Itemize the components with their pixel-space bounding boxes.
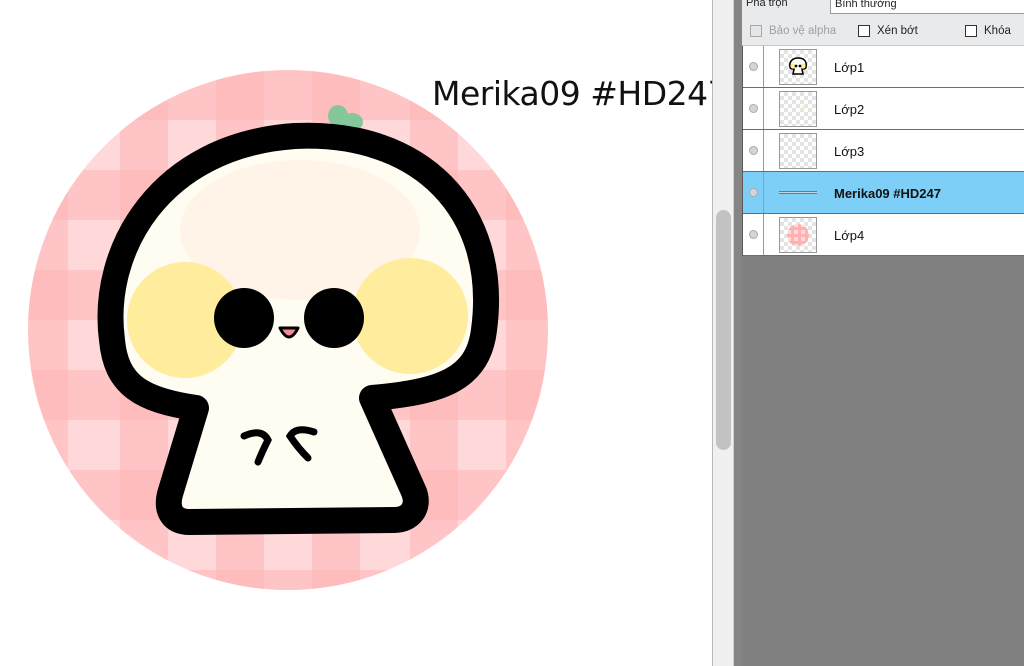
eye-dot-icon <box>749 188 758 197</box>
lock-checkbox[interactable] <box>965 25 977 37</box>
layer-list: Lớp1 Lớp2 Lớp3 Merika09 #HD247 Lớp4 <box>742 46 1024 256</box>
protect-alpha-label: Bảo vệ alpha <box>769 25 837 37</box>
layer-row[interactable]: Lớp2 <box>743 88 1024 130</box>
layer-thumbnail <box>779 175 817 211</box>
protect-alpha-checkbox[interactable] <box>750 25 762 37</box>
layer-name: Lớp2 <box>834 102 865 117</box>
layer-panel: Pha trộn Bình thường Bảo vệ alpha Xén bớ… <box>742 0 1024 666</box>
visibility-toggle[interactable] <box>743 46 764 87</box>
layer-row[interactable]: Lớp3 <box>743 130 1024 172</box>
layer-row[interactable]: Lớp4 <box>743 214 1024 256</box>
panel-splitter[interactable] <box>734 0 742 666</box>
layer-options-row: Bảo vệ alpha Xén bớt Khóa <box>742 18 1024 46</box>
visibility-toggle[interactable] <box>743 88 764 129</box>
clipping-option[interactable]: Xén bớt <box>858 25 918 37</box>
layer-name: Lớp4 <box>834 228 865 243</box>
text-layer-thumb-icon <box>779 191 817 194</box>
blend-row: Pha trộn Bình thường <box>742 0 1024 18</box>
lock-label: Khóa <box>984 25 1011 37</box>
vertical-scrollbar[interactable] <box>713 0 734 666</box>
visibility-toggle[interactable] <box>743 172 764 213</box>
eye-dot-icon <box>749 230 758 239</box>
layer-name: Lớp1 <box>834 60 865 75</box>
layer-name: Lớp3 <box>834 144 865 159</box>
clipping-label: Xén bớt <box>877 25 918 37</box>
layer-thumbnail <box>779 133 817 169</box>
visibility-toggle[interactable] <box>743 130 764 171</box>
faint-sketch-thumb-icon <box>802 105 806 109</box>
layer-thumbnail <box>779 91 817 127</box>
blend-label: Pha trộn <box>746 0 788 9</box>
layer-thumbnail <box>779 217 817 253</box>
layer-row[interactable]: Lớp1 <box>743 46 1024 88</box>
canvas-area[interactable]: Merika09 #HD247 <box>0 0 712 666</box>
protect-alpha-option[interactable]: Bảo vệ alpha <box>750 25 836 37</box>
layer-row-selected[interactable]: Merika09 #HD247 <box>743 172 1024 214</box>
lock-option[interactable]: Khóa <box>965 25 1011 37</box>
clipping-checkbox[interactable] <box>858 25 870 37</box>
layer-thumbnail <box>779 49 817 85</box>
gingham-thumb-icon <box>787 224 809 246</box>
visibility-toggle[interactable] <box>743 214 764 255</box>
mushroom-thumb-icon <box>789 57 807 75</box>
canvas-text-layer: Merika09 #HD247 <box>432 74 712 113</box>
eye-dot-icon <box>749 62 758 71</box>
eye-dot-icon <box>749 104 758 113</box>
layer-list-empty-area[interactable] <box>742 260 1024 666</box>
scrollbar-thumb[interactable] <box>716 210 731 450</box>
blend-mode-select[interactable]: Bình thường <box>830 0 1024 14</box>
eye-dot-icon <box>749 146 758 155</box>
layer-name: Merika09 #HD247 <box>834 186 941 201</box>
